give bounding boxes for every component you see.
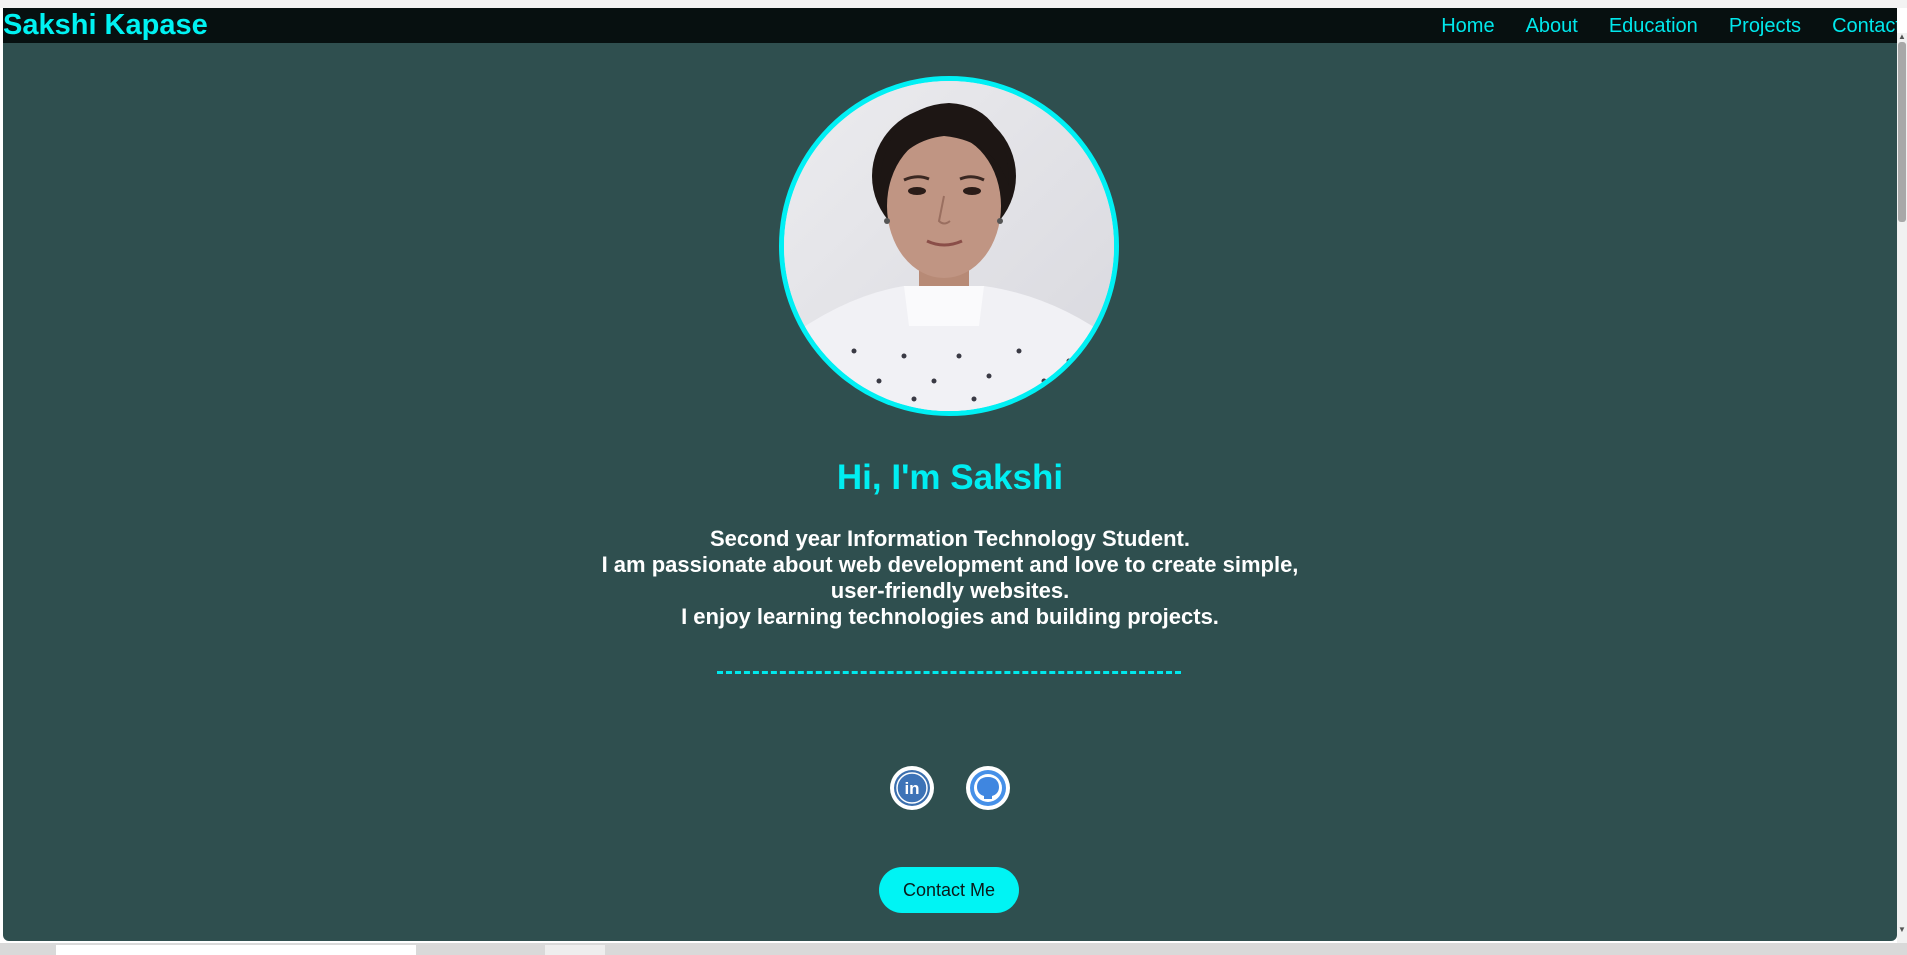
browser-top-strip xyxy=(0,0,1907,8)
nav-projects[interactable]: Projects xyxy=(1729,15,1801,37)
nav-about[interactable]: About xyxy=(1526,15,1578,37)
nav-home[interactable]: Home xyxy=(1441,15,1494,37)
bio-line-3: user-friendly websites. xyxy=(830,578,1070,603)
linkedin-link[interactable]: in xyxy=(890,766,934,810)
brand-logo[interactable]: Sakshi Kapase xyxy=(3,9,208,41)
scroll-up-icon[interactable]: ▲ xyxy=(1898,32,1906,42)
divider-line xyxy=(717,671,1181,674)
scroll-down-icon[interactable]: ▼ xyxy=(1898,925,1906,935)
social-links: in xyxy=(3,766,1897,810)
nav-contact[interactable]: Contact xyxy=(1832,15,1897,37)
github-icon xyxy=(967,767,1009,809)
taskbar-segment xyxy=(56,945,416,955)
page-viewport: Sakshi Kapase Home About Education Proje… xyxy=(3,8,1897,941)
bio-line-2: I am passionate about web development an… xyxy=(601,552,1299,577)
taskbar-segment xyxy=(545,945,605,955)
github-link[interactable] xyxy=(966,766,1010,810)
bio-line-1: Second year Information Technology Stude… xyxy=(710,526,1190,551)
profile-photo xyxy=(779,76,1119,416)
linkedin-icon: in xyxy=(891,767,933,809)
bio-text: Second year Information Technology Stude… xyxy=(3,526,1897,630)
bio-line-4: I enjoy learning technologies and buildi… xyxy=(681,604,1219,629)
hero-title: Hi, I'm Sakshi xyxy=(836,458,1064,497)
scrollbar-thumb[interactable] xyxy=(1898,42,1906,222)
navbar: Sakshi Kapase Home About Education Proje… xyxy=(3,8,1897,43)
linkedin-label: in xyxy=(904,779,919,798)
nav-education[interactable]: Education xyxy=(1609,15,1698,37)
contact-me-button[interactable]: Contact Me xyxy=(879,867,1019,913)
nav-links: Home About Education Projects Contact xyxy=(1441,15,1897,37)
profile-photo-illustration xyxy=(784,81,1114,411)
taskbar xyxy=(0,943,1907,955)
